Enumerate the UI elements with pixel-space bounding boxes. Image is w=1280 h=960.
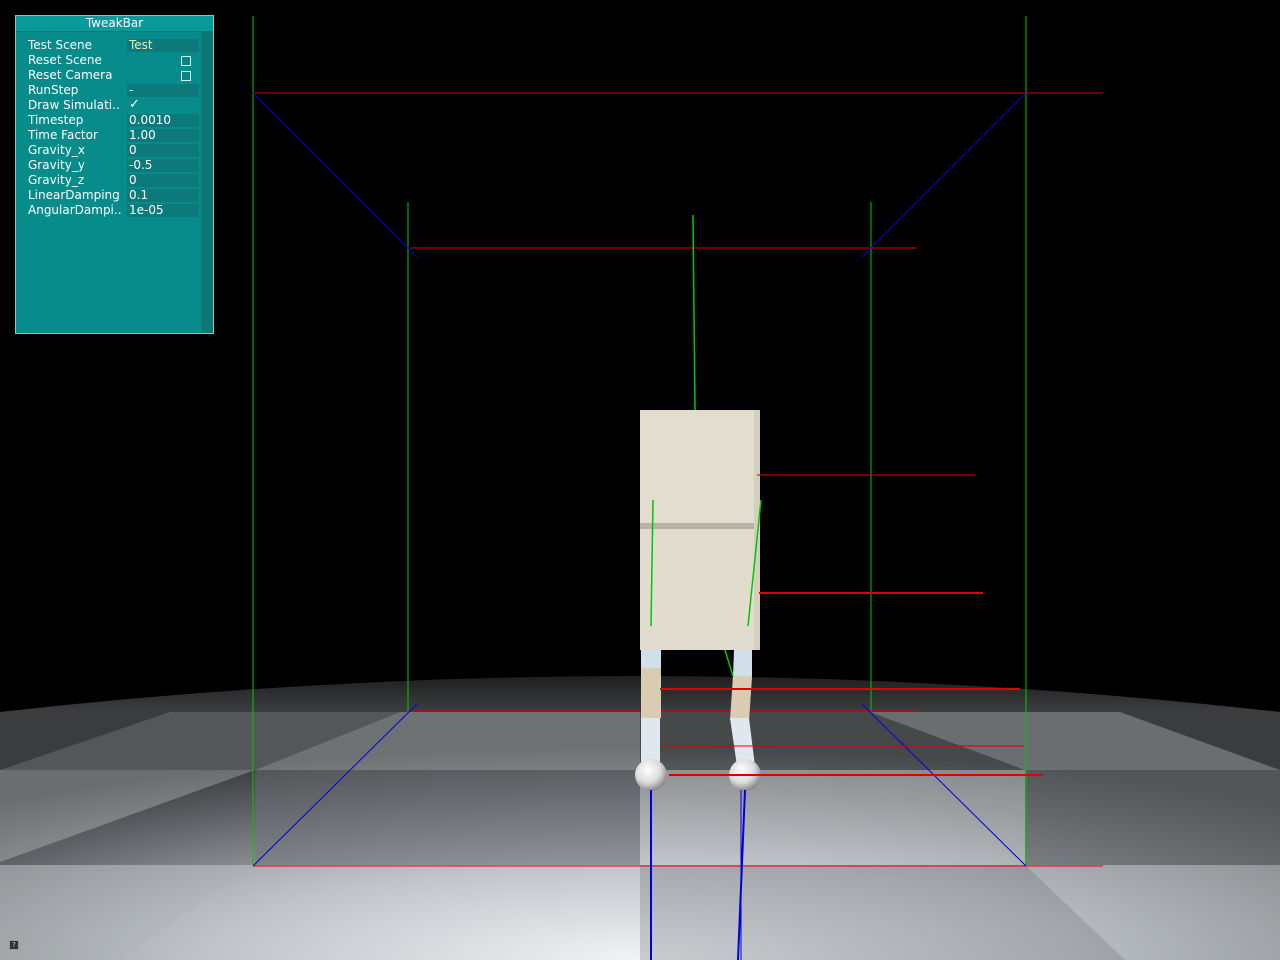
tweakbar-rows: Test Scene Test Reset Scene Reset Camera… [28,38,199,218]
row-timestep[interactable]: Timestep 0.0010 [28,113,199,128]
tweakbar-panel[interactable]: TweakBar Test Scene Test Reset Scene Res… [15,15,214,334]
row-linear-damping[interactable]: LinearDamping 0.1 [28,188,199,203]
time-factor-label: Time Factor [28,128,98,142]
draw-simulation-label: Draw Simulati.. [28,98,120,112]
row-reset-scene[interactable]: Reset Scene [28,53,199,68]
row-gravity-z[interactable]: Gravity_z 0 [28,173,199,188]
time-factor-value[interactable]: 1.00 [127,129,199,142]
reset-camera-button[interactable] [181,71,191,81]
angular-damping-value[interactable]: 1e-05 [127,204,199,217]
tweakbar-title[interactable]: TweakBar [16,16,213,32]
gravity-x-label: Gravity_x [28,143,85,157]
row-angular-damping[interactable]: AngularDampi.. 1e-05 [28,203,199,218]
test-scene-value[interactable]: Test [127,39,199,52]
row-time-factor[interactable]: Time Factor 1.00 [28,128,199,143]
floor [0,640,1280,960]
runstep-value[interactable]: - [127,84,199,97]
row-gravity-y[interactable]: Gravity_y -0.5 [28,158,199,173]
tweakbar-scrollbar[interactable] [201,32,213,333]
reset-camera-label: Reset Camera [28,68,113,82]
runstep-label: RunStep [28,83,79,97]
linear-damping-label: LinearDamping [28,188,120,202]
row-draw-simulation[interactable]: Draw Simulati.. ✓ [28,97,199,113]
row-test-scene[interactable]: Test Scene Test [28,38,199,53]
gravity-z-value[interactable]: 0 [127,174,199,187]
test-scene-label: Test Scene [28,38,93,52]
row-runstep[interactable]: RunStep - [28,83,199,98]
linear-damping-value[interactable]: 0.1 [127,189,199,202]
gravity-y-value[interactable]: -0.5 [127,159,199,172]
row-gravity-x[interactable]: Gravity_x 0 [28,143,199,158]
row-reset-camera[interactable]: Reset Camera [28,68,199,83]
timestep-value[interactable]: 0.0010 [127,114,199,127]
help-icon[interactable]: ? [9,940,19,950]
checkmark-icon[interactable]: ✓ [129,97,140,112]
gravity-z-label: Gravity_z [28,173,85,187]
angular-damping-label: AngularDampi.. [28,203,122,217]
reset-scene-button[interactable] [181,56,191,66]
timestep-label: Timestep [28,113,84,127]
gravity-x-value[interactable]: 0 [127,144,199,157]
gravity-y-label: Gravity_y [28,158,85,172]
reset-scene-label: Reset Scene [28,53,102,67]
